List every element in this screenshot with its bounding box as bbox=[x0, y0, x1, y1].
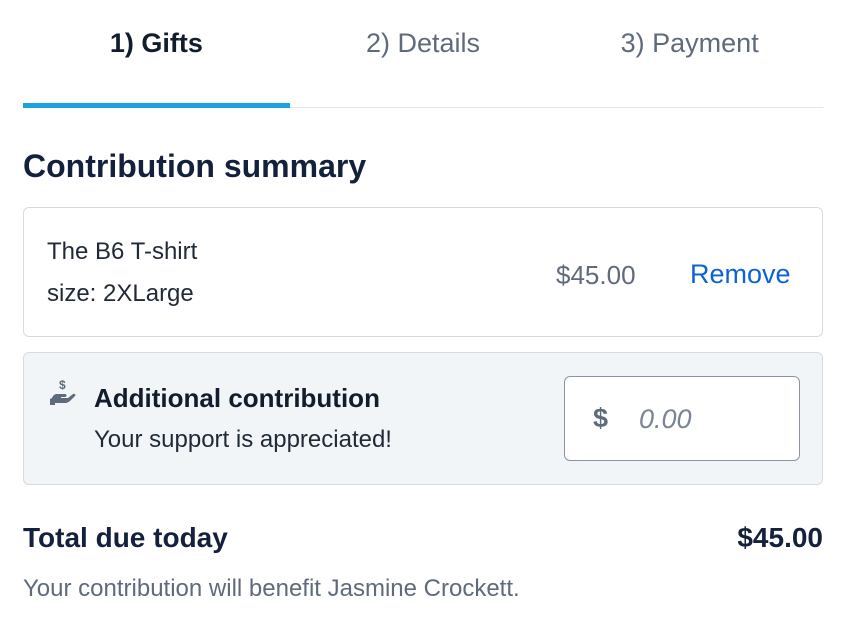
item-name: The B6 T-shirt bbox=[47, 238, 198, 265]
total-due-label: Total due today bbox=[23, 522, 228, 553]
tab-payment[interactable]: 3) Payment bbox=[556, 0, 823, 106]
cart-item-card: The B6 T-shirt size: 2XLarge $45.00 Remo… bbox=[23, 207, 823, 337]
remove-item-link[interactable]: Remove bbox=[690, 259, 791, 290]
tab-gifts[interactable]: 1) Gifts bbox=[23, 0, 290, 108]
hand-dollar-icon: $ bbox=[50, 378, 76, 405]
beneficiary-note: Your contribution will benefit Jasmine C… bbox=[23, 575, 520, 602]
currency-symbol: $ bbox=[593, 403, 609, 433]
tab-details[interactable]: 2) Details bbox=[290, 0, 557, 106]
contribution-amount-input[interactable] bbox=[639, 397, 789, 441]
contribution-summary-title: Contribution summary bbox=[23, 148, 367, 184]
additional-contribution-subtitle: Your support is appreciated! bbox=[94, 426, 392, 453]
item-price: $45.00 bbox=[556, 260, 636, 290]
additional-contribution-card: $ Additional contribution Your support i… bbox=[23, 352, 823, 485]
contribution-amount-field[interactable]: $ bbox=[564, 376, 800, 461]
additional-contribution-title: Additional contribution bbox=[94, 383, 380, 413]
total-due-value: $45.00 bbox=[737, 522, 823, 553]
checkout-steps-tabs: 1) Gifts 2) Details 3) Payment bbox=[23, 0, 823, 108]
svg-text:$: $ bbox=[59, 378, 66, 392]
item-size: size: 2XLarge bbox=[47, 280, 194, 307]
